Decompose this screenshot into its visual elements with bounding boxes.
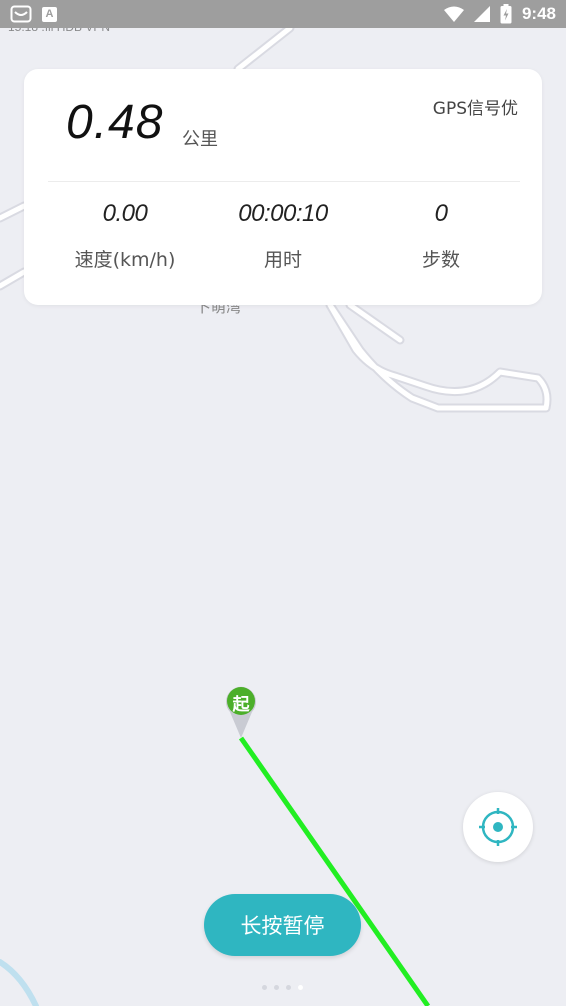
distance-unit: 公里 [182,129,218,150]
long-press-pause-button[interactable]: 长按暂停 [204,894,361,956]
page-dot [298,985,303,990]
start-marker-label: 起 [232,695,250,715]
steps-value: 0 [434,200,448,227]
page-dot [286,985,291,990]
mail-icon [10,5,32,23]
wifi-icon [443,6,464,22]
app-a-icon-letter: A [45,8,54,20]
status-right: 9:48 [443,4,556,24]
card-divider [48,181,520,182]
start-marker[interactable]: 起 [222,684,260,740]
status-left: A [10,5,57,23]
duration-value: 00:00:10 [238,200,328,227]
status-time: 9:48 [521,4,556,23]
duration-stat: 00:00:10 用时 [198,197,368,272]
page-indicator [262,985,303,990]
crosshair-icon [479,808,517,846]
status-bar: A 9:48 [0,0,566,28]
speed-label: 速度(km/h) [74,249,176,271]
signal-icon [473,6,490,22]
page-dot [274,985,279,990]
route-line [238,736,431,1006]
distance-value: 0.48 [66,96,164,149]
steps-label: 步数 [421,249,460,271]
gps-status: GPS信号优 [432,99,518,119]
stats-card: 0.48 公里 GPS信号优 0.00 速度(km/h) 00:00:10 用时… [24,69,542,305]
steps-stat: 0 步数 [356,197,526,272]
app-a-icon: A [42,6,57,22]
speed-value: 0.00 [102,200,148,227]
page-dot [262,985,267,990]
speed-stat: 0.00 速度(km/h) [40,197,210,272]
map-edge-curve [0,959,39,1006]
battery-icon [500,4,512,24]
locate-button[interactable] [463,792,533,862]
duration-label: 用时 [263,249,302,271]
